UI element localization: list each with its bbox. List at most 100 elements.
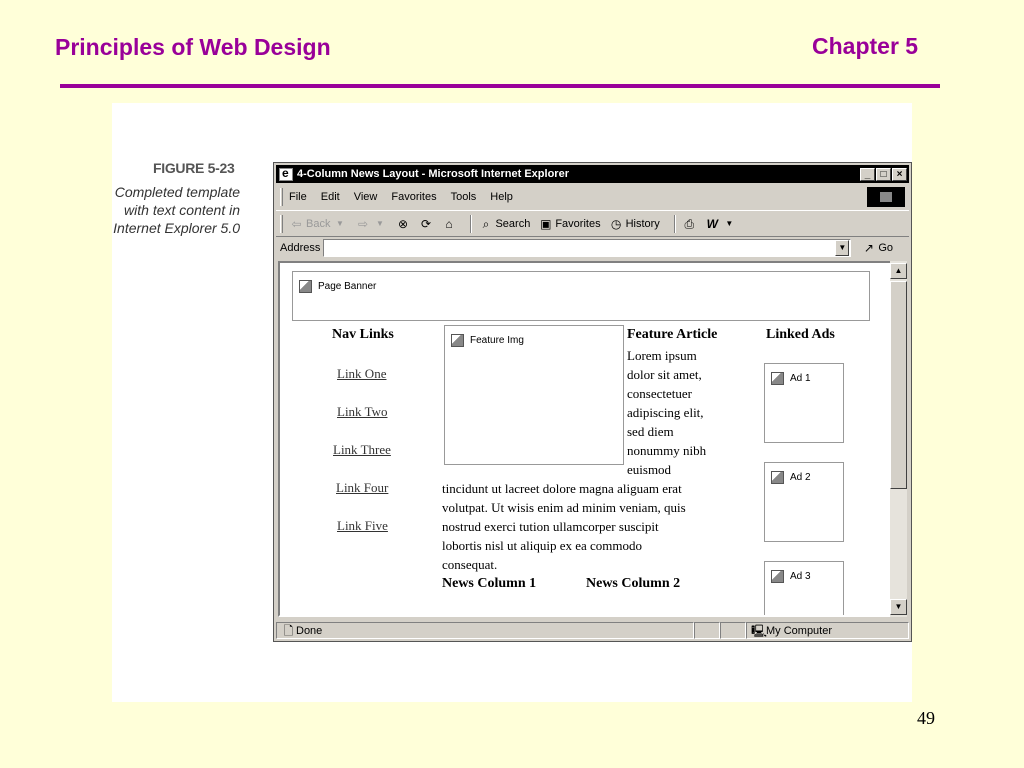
toolbar-separator	[673, 214, 676, 233]
stop-icon: ⊗	[397, 216, 408, 231]
menu-bar: File Edit View Favorites Tools Help	[276, 185, 909, 209]
back-label: Back	[306, 217, 331, 230]
feature-line: nostrud exerci tution ullamcorper suscip…	[442, 519, 659, 534]
refresh-button[interactable]: ⟳	[418, 217, 433, 231]
ad-1-image[interactable]: Ad 1	[764, 363, 844, 443]
forward-arrow-icon: ⇨	[357, 216, 368, 231]
standard-toolbar: ⇦ Back ▼ ⇨ ▼ ⊗ ⟳ ⌂ ⌕ Search ▣ Favorites …	[276, 210, 909, 236]
scroll-thumb[interactable]	[890, 281, 907, 489]
feature-line: euismod	[627, 462, 672, 477]
history-button[interactable]: ◷ History	[609, 217, 660, 231]
address-label: Address	[280, 241, 321, 254]
ad-3-image[interactable]: Ad 3	[764, 561, 844, 615]
stop-button[interactable]: ⊗	[395, 217, 410, 231]
feature-text-narrow: Lorem ipsum dolor sit amet, consectetuer…	[627, 346, 757, 479]
back-button[interactable]: ⇦ Back ▼	[289, 217, 347, 231]
ad-2-image[interactable]: Ad 2	[764, 462, 844, 542]
search-button[interactable]: ⌕ Search	[478, 217, 531, 231]
status-bar: 🗋 Done 🖳 My Computer	[276, 621, 909, 640]
feature-img-label: Feature Img	[470, 335, 524, 347]
feature-line: lobortis nisl ut aliquip ex ea commodo	[442, 538, 643, 553]
nav-link-four[interactable]: Link Four	[336, 480, 388, 496]
caption-line: Internet Explorer 5.0	[113, 220, 240, 236]
browser-window: 4-Column News Layout - Microsoft Interne…	[273, 162, 912, 642]
address-dropdown-button[interactable]: ▼	[835, 239, 850, 256]
favorites-button[interactable]: ▣ Favorites	[538, 217, 600, 231]
caption-line: Completed template	[114, 184, 240, 200]
broken-image-icon	[299, 280, 312, 293]
history-label: History	[625, 217, 660, 230]
window-title: 4-Column News Layout - Microsoft Interne…	[297, 168, 569, 180]
page-banner-image: Page Banner	[292, 271, 870, 321]
feature-line: adipiscing elit,	[627, 405, 704, 420]
news-column-1-heading: News Column 1	[442, 576, 537, 591]
feature-image: Feature Img	[444, 325, 624, 465]
go-arrow-icon: ↗	[863, 240, 874, 255]
banner-label: Page Banner	[318, 281, 377, 293]
vertical-scrollbar[interactable]: ▲ ▼	[890, 261, 907, 617]
edit-button[interactable]: W ▼	[705, 217, 737, 231]
feature-line: sed diem	[627, 424, 674, 439]
chevron-down-icon: ▼	[725, 218, 734, 228]
nav-link-one[interactable]: Link One	[337, 366, 386, 382]
feature-line: consequat.	[442, 557, 498, 572]
title-bar[interactable]: 4-Column News Layout - Microsoft Interne…	[276, 165, 909, 183]
slide-title: Principles of Web Design	[55, 34, 331, 60]
nav-link-three[interactable]: Link Three	[333, 442, 391, 458]
favorites-label: Favorites	[555, 217, 601, 230]
status-zone-cell: 🖳 My Computer	[746, 622, 909, 639]
scroll-down-button[interactable]: ▼	[890, 599, 907, 615]
broken-image-icon	[771, 471, 784, 484]
feature-text-wide: tincidunt ut lacreet dolore magna aligua…	[442, 479, 742, 574]
nav-link-five[interactable]: Link Five	[337, 518, 388, 534]
toolbar-grip[interactable]	[280, 214, 283, 233]
window-controls: _ □ ×	[860, 167, 907, 181]
search-label: Search	[495, 217, 531, 230]
ad-label: Ad 3	[790, 571, 811, 583]
chevron-down-icon: ▼	[336, 218, 344, 228]
menu-help[interactable]: Help	[490, 191, 513, 203]
maximize-button[interactable]: □	[876, 167, 891, 181]
feature-line: Lorem ipsum	[627, 348, 697, 363]
caption-line: with text content in	[124, 202, 240, 218]
figure-caption: Completed template with text content in …	[108, 183, 240, 237]
printer-icon: ⎙	[684, 216, 695, 231]
menu-edit[interactable]: Edit	[321, 191, 340, 203]
print-button[interactable]: ⎙	[682, 217, 697, 231]
scroll-up-button[interactable]: ▲	[890, 263, 907, 279]
broken-image-icon	[451, 334, 464, 347]
home-button[interactable]: ⌂	[441, 217, 456, 231]
page-done-icon: 🗋	[283, 623, 294, 638]
forward-button[interactable]: ⇨ ▼	[355, 217, 387, 231]
nav-link-two[interactable]: Link Two	[337, 404, 388, 420]
broken-image-icon	[771, 570, 784, 583]
figure-label: FIGURE 5-23	[153, 160, 235, 176]
refresh-icon: ⟳	[420, 216, 431, 231]
feature-line: volutpat. Ut wisis enim ad minim veniam,…	[442, 500, 686, 515]
menu-file[interactable]: File	[289, 191, 307, 203]
go-button[interactable]: ↗ Go	[861, 241, 893, 255]
address-input[interactable]	[323, 238, 852, 257]
feature-line: nonummy nibh	[627, 443, 707, 458]
minimize-button[interactable]: _	[860, 167, 875, 181]
home-icon: ⌂	[445, 216, 453, 231]
history-icon: ◷	[610, 216, 622, 231]
computer-icon: 🖳	[751, 623, 768, 638]
news-column-2-heading: News Column 2	[586, 576, 681, 591]
address-bar: Address ▼ ↗ Go	[276, 236, 909, 258]
ad-label: Ad 2	[790, 472, 811, 484]
close-button[interactable]: ×	[892, 167, 907, 181]
menu-view[interactable]: View	[354, 191, 378, 203]
toolbar-separator	[470, 214, 473, 233]
menu-tools[interactable]: Tools	[451, 191, 477, 203]
chapter-label: Chapter 5	[812, 33, 919, 59]
zone-text: My Computer	[766, 624, 833, 637]
chevron-down-icon: ▼	[376, 218, 384, 228]
status-text: Done	[296, 624, 323, 637]
ad-label: Ad 1	[790, 373, 811, 385]
nav-heading: Nav Links	[332, 327, 394, 342]
menu-favorites[interactable]: Favorites	[391, 191, 436, 203]
status-text-cell: 🗋 Done	[276, 622, 694, 639]
ie-page-icon	[279, 166, 293, 181]
toolbar-grip[interactable]	[280, 188, 283, 206]
